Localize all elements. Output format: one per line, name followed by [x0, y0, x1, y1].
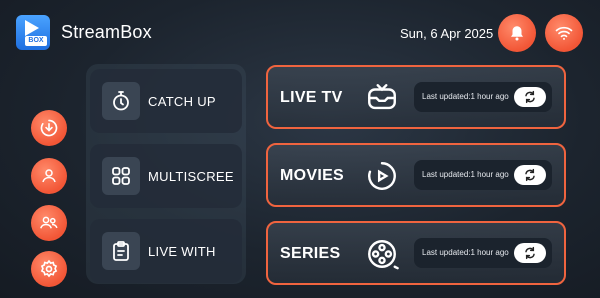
settings-button[interactable]: [31, 251, 67, 287]
menu-item-multiscreen[interactable]: MULTISCREE: [90, 144, 242, 208]
play-icon: [25, 20, 39, 36]
card-live-tv[interactable]: LIVE TV Last updated:1 hour ago: [266, 65, 566, 129]
settings-icon: [40, 259, 58, 278]
film-reel-icon: [368, 240, 399, 270]
users-icon: [40, 216, 58, 229]
refresh-button[interactable]: [514, 165, 546, 185]
logo-badge: BOX: [25, 36, 47, 46]
update-status: Last updated:1 hour ago: [414, 160, 552, 190]
update-status: Last updated:1 hour ago: [414, 238, 552, 268]
menu-label: CATCH UP: [148, 93, 216, 109]
notifications-button[interactable]: [498, 14, 536, 52]
network-button[interactable]: [545, 14, 583, 52]
wifi-icon: [555, 26, 573, 40]
refresh-button[interactable]: [514, 87, 546, 107]
date-display: Sun, 6 Apr 2025: [400, 26, 494, 41]
card-series[interactable]: SERIES Last updated:1 hour ago: [266, 221, 566, 285]
app-title: StreamBox: [61, 22, 152, 42]
last-updated-text: Last updated:1 hour ago: [422, 92, 509, 101]
update-status: Last updated:1 hour ago: [414, 82, 552, 112]
card-title: LIVE TV: [280, 89, 343, 106]
movie-play-icon: [368, 162, 396, 190]
clipboard-icon: [113, 241, 129, 261]
menu-item-live-with[interactable]: LIVE WITH: [90, 219, 242, 283]
bell-icon: [511, 26, 523, 41]
grid-icon: [112, 167, 130, 185]
card-title: SERIES: [280, 245, 341, 262]
timer-icon: [113, 91, 129, 111]
refresh-button[interactable]: [514, 243, 546, 263]
last-updated-text: Last updated:1 hour ago: [422, 248, 509, 257]
last-updated-text: Last updated:1 hour ago: [422, 170, 509, 179]
refresh-icon: [525, 168, 535, 182]
card-title: MOVIES: [280, 167, 345, 184]
app-logo: BOX: [16, 15, 50, 50]
refresh-icon: [525, 246, 535, 260]
menu-label: LIVE WITH: [148, 243, 216, 259]
menu-label: MULTISCREE: [148, 168, 234, 184]
menu-item-catch-up[interactable]: CATCH UP: [90, 69, 242, 133]
user-icon: [42, 169, 56, 183]
card-movies[interactable]: MOVIES Last updated:1 hour ago: [266, 143, 566, 207]
refresh-icon: [525, 90, 535, 104]
tv-icon: [368, 84, 396, 110]
download-button[interactable]: [31, 110, 67, 146]
download-icon: [40, 119, 58, 137]
profile-button[interactable]: [31, 158, 67, 194]
accounts-button[interactable]: [31, 205, 67, 241]
